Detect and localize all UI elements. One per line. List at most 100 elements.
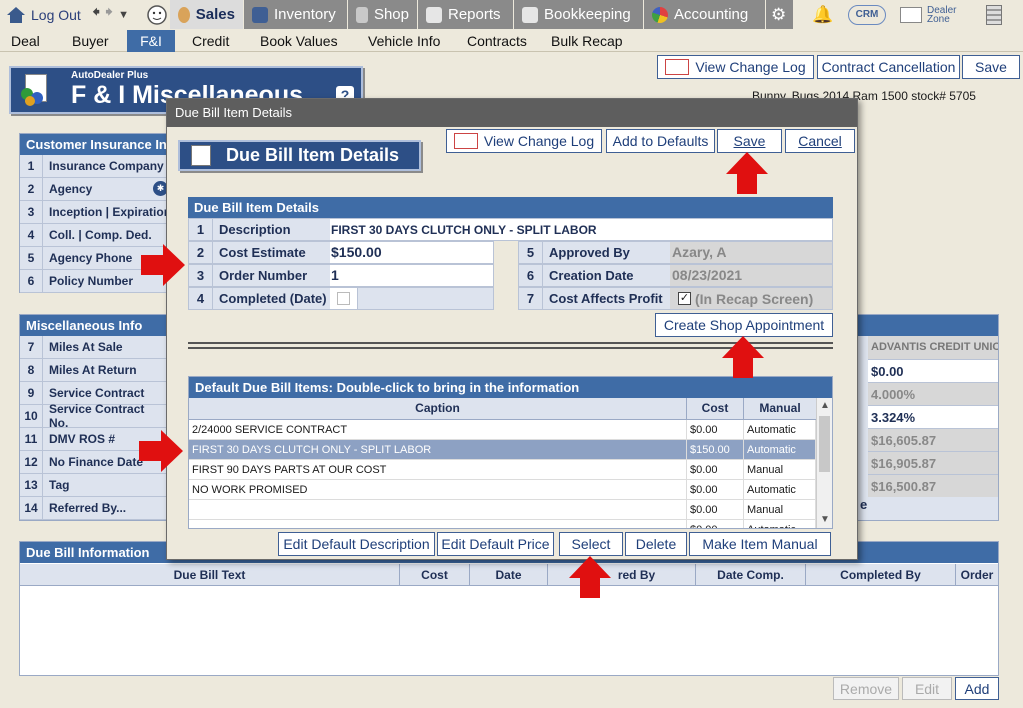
view-change-log-label: View Change Log xyxy=(695,59,806,75)
description-input[interactable]: FIRST 30 DAYS CLUTCH ONLY - SPLIT LABOR xyxy=(330,223,597,237)
module-inventory[interactable]: Inventory xyxy=(244,0,348,29)
add-to-defaults-button[interactable]: Add to Defaults xyxy=(606,129,715,153)
approved-by-row: 5 Approved By Azary, A xyxy=(518,241,833,264)
menu-buyer[interactable]: Buyer xyxy=(66,30,115,52)
menu-fi[interactable]: F&I xyxy=(127,30,175,52)
order-number-input[interactable]: 1 xyxy=(330,265,493,286)
brand-label: AutoDealer Plus xyxy=(71,70,149,81)
module-shop[interactable]: Shop xyxy=(348,0,418,29)
order-number-row: 3 Order Number 1 xyxy=(188,264,494,287)
notepad-pencil-icon xyxy=(453,133,478,149)
make-item-manual-button[interactable]: Make Item Manual xyxy=(689,532,831,556)
menu-credit[interactable]: Credit xyxy=(186,30,235,52)
insurance-row[interactable]: 1 Insurance Company xyxy=(20,155,178,178)
dialog-view-change-log-button[interactable]: View Change Log xyxy=(446,129,602,153)
dialog-save-button[interactable]: Save xyxy=(717,129,782,153)
contract-cancellation-button[interactable]: Contract Cancellation xyxy=(817,55,960,79)
scroll-thumb[interactable] xyxy=(819,416,830,472)
approved-by-value: Azary, A xyxy=(670,242,832,263)
default-item-cost: $0.00 xyxy=(687,460,744,479)
module-bookkeeping-label: Bookkeeping xyxy=(544,6,631,23)
completed-date-input[interactable] xyxy=(358,288,493,309)
menu-deal[interactable]: Deal xyxy=(5,30,46,52)
settings-button[interactable]: ⚙ xyxy=(766,0,794,29)
forward-arrow-icon[interactable]: 🠺 xyxy=(105,1,113,28)
user-button[interactable] xyxy=(140,0,174,29)
edit-default-price-button[interactable]: Edit Default Price xyxy=(437,532,554,556)
delete-button[interactable]: Delete xyxy=(625,532,687,556)
row-num: 13 xyxy=(24,478,38,492)
module-reports-label: Reports xyxy=(448,6,501,23)
module-shop-label: Shop xyxy=(373,6,409,23)
dealer-zone-button[interactable]: Dealer Zone xyxy=(894,0,969,29)
cost-estimate-row: 2 Cost Estimate $150.00 xyxy=(188,241,494,264)
grid-scrollbar[interactable]: ▲ ▼ xyxy=(816,398,832,528)
view-change-log-button[interactable]: View Change Log xyxy=(657,55,814,79)
completed-checkbox[interactable] xyxy=(337,292,350,305)
cost-affects-profit-checkbox[interactable]: ✓ xyxy=(678,292,691,305)
menu-bulk-recap[interactable]: Bulk Recap xyxy=(545,30,629,52)
scroll-down-icon[interactable]: ▼ xyxy=(820,514,830,525)
cost-estimate-input[interactable]: $150.00 xyxy=(330,242,493,263)
default-items-grid: Default Due Bill Items: Double-click to … xyxy=(188,376,833,529)
gear-icon: ⚙ xyxy=(771,4,787,24)
misc-row[interactable]: 10 Service Contract No. xyxy=(20,402,166,430)
edit-default-description-button[interactable]: Edit Default Description xyxy=(278,532,435,556)
menu-book-values[interactable]: Book Values xyxy=(254,30,344,52)
dialog-cancel-button[interactable]: Cancel xyxy=(785,129,855,153)
bell-icon: 🔔 xyxy=(812,4,834,24)
default-item-row[interactable]: $0.00 Manual xyxy=(189,500,816,520)
misc-row[interactable]: 7 Miles At Sale xyxy=(20,336,166,359)
add-button[interactable]: Add xyxy=(955,677,999,700)
misc-right-tail: e xyxy=(860,497,868,512)
create-shop-appointment-button[interactable]: Create Shop Appointment xyxy=(655,313,833,337)
back-forward-nav[interactable]: 🠸 🠺 ▼ xyxy=(86,0,135,29)
dropdown-icon[interactable]: ▼ xyxy=(118,9,129,21)
default-item-row[interactable]: 2/24000 SERVICE CONTRACT $0.00 Automatic xyxy=(189,420,816,440)
wrench-icon xyxy=(356,6,368,23)
logout-button[interactable]: Log Out xyxy=(0,0,87,29)
row-label: Referred By... xyxy=(42,497,166,519)
approved-by-label: Approved By xyxy=(542,242,670,263)
menu-vehicle-info[interactable]: Vehicle Info xyxy=(362,30,446,52)
page-save-button[interactable]: Save xyxy=(962,55,1020,79)
row-num: 5 xyxy=(526,245,535,260)
select-button[interactable]: Select xyxy=(559,532,623,556)
default-item-row[interactable]: FIRST 90 DAYS PARTS AT OUR COST $0.00 Manu… xyxy=(189,460,816,480)
misc-row[interactable]: 14 Referred By... xyxy=(20,497,166,520)
menu-contracts[interactable]: Contracts xyxy=(461,30,533,52)
module-sales[interactable]: Sales xyxy=(170,0,244,29)
remove-button[interactable]: Remove xyxy=(833,677,899,700)
edit-button[interactable]: Edit xyxy=(902,677,952,700)
calculator-button[interactable] xyxy=(980,0,1008,29)
notifications-button[interactable]: 🔔 xyxy=(806,0,839,29)
creation-date-value: 08/23/2021 xyxy=(670,265,832,286)
user-face-icon xyxy=(147,4,167,25)
lender-value: $16,605.87 xyxy=(868,428,998,451)
module-accounting[interactable]: Accounting xyxy=(644,0,766,29)
insurance-row[interactable]: 3 Inception | Expiration xyxy=(20,201,178,224)
default-item-row[interactable]: FIRST 30 DAYS CLUTCH ONLY - SPLIT LABOR $… xyxy=(189,440,816,460)
details-section: Due Bill Item Details 1 Description FIRS… xyxy=(188,197,833,313)
cost-affects-profit-label: Cost Affects Profit xyxy=(542,288,670,309)
default-item-row[interactable]: NO WORK PROMISED $0.00 Automatic xyxy=(189,480,816,500)
row-num: 9 xyxy=(27,386,35,400)
default-items-title: Default Due Bill Items: Double-click to … xyxy=(189,377,832,398)
row-label: Insurance Company xyxy=(42,155,178,177)
arrow-right-icon xyxy=(141,244,185,286)
scroll-up-icon[interactable]: ▲ xyxy=(820,400,830,411)
logout-label: Log Out xyxy=(31,6,81,23)
crm-button[interactable]: CRM xyxy=(842,0,892,29)
misc-row[interactable]: 8 Miles At Return xyxy=(20,359,166,382)
default-item-row[interactable]: $0.00Automatic xyxy=(189,520,816,528)
row-num: 3 xyxy=(196,268,205,283)
back-arrow-icon[interactable]: 🠸 xyxy=(92,1,100,28)
menu-bar: Deal Buyer F&I Credit Book Values Vehicl… xyxy=(0,30,1023,52)
module-reports[interactable]: Reports xyxy=(418,0,514,29)
misc-row[interactable]: 13 Tag xyxy=(20,474,166,497)
default-item-cost: $0.00 xyxy=(687,520,744,528)
default-items-body: 2/24000 SERVICE CONTRACT $0.00 Automatic FI… xyxy=(189,420,816,528)
notepad-pencil-icon xyxy=(665,59,690,75)
module-bookkeeping[interactable]: Bookkeeping xyxy=(514,0,644,29)
arrow-up-icon xyxy=(722,336,764,378)
